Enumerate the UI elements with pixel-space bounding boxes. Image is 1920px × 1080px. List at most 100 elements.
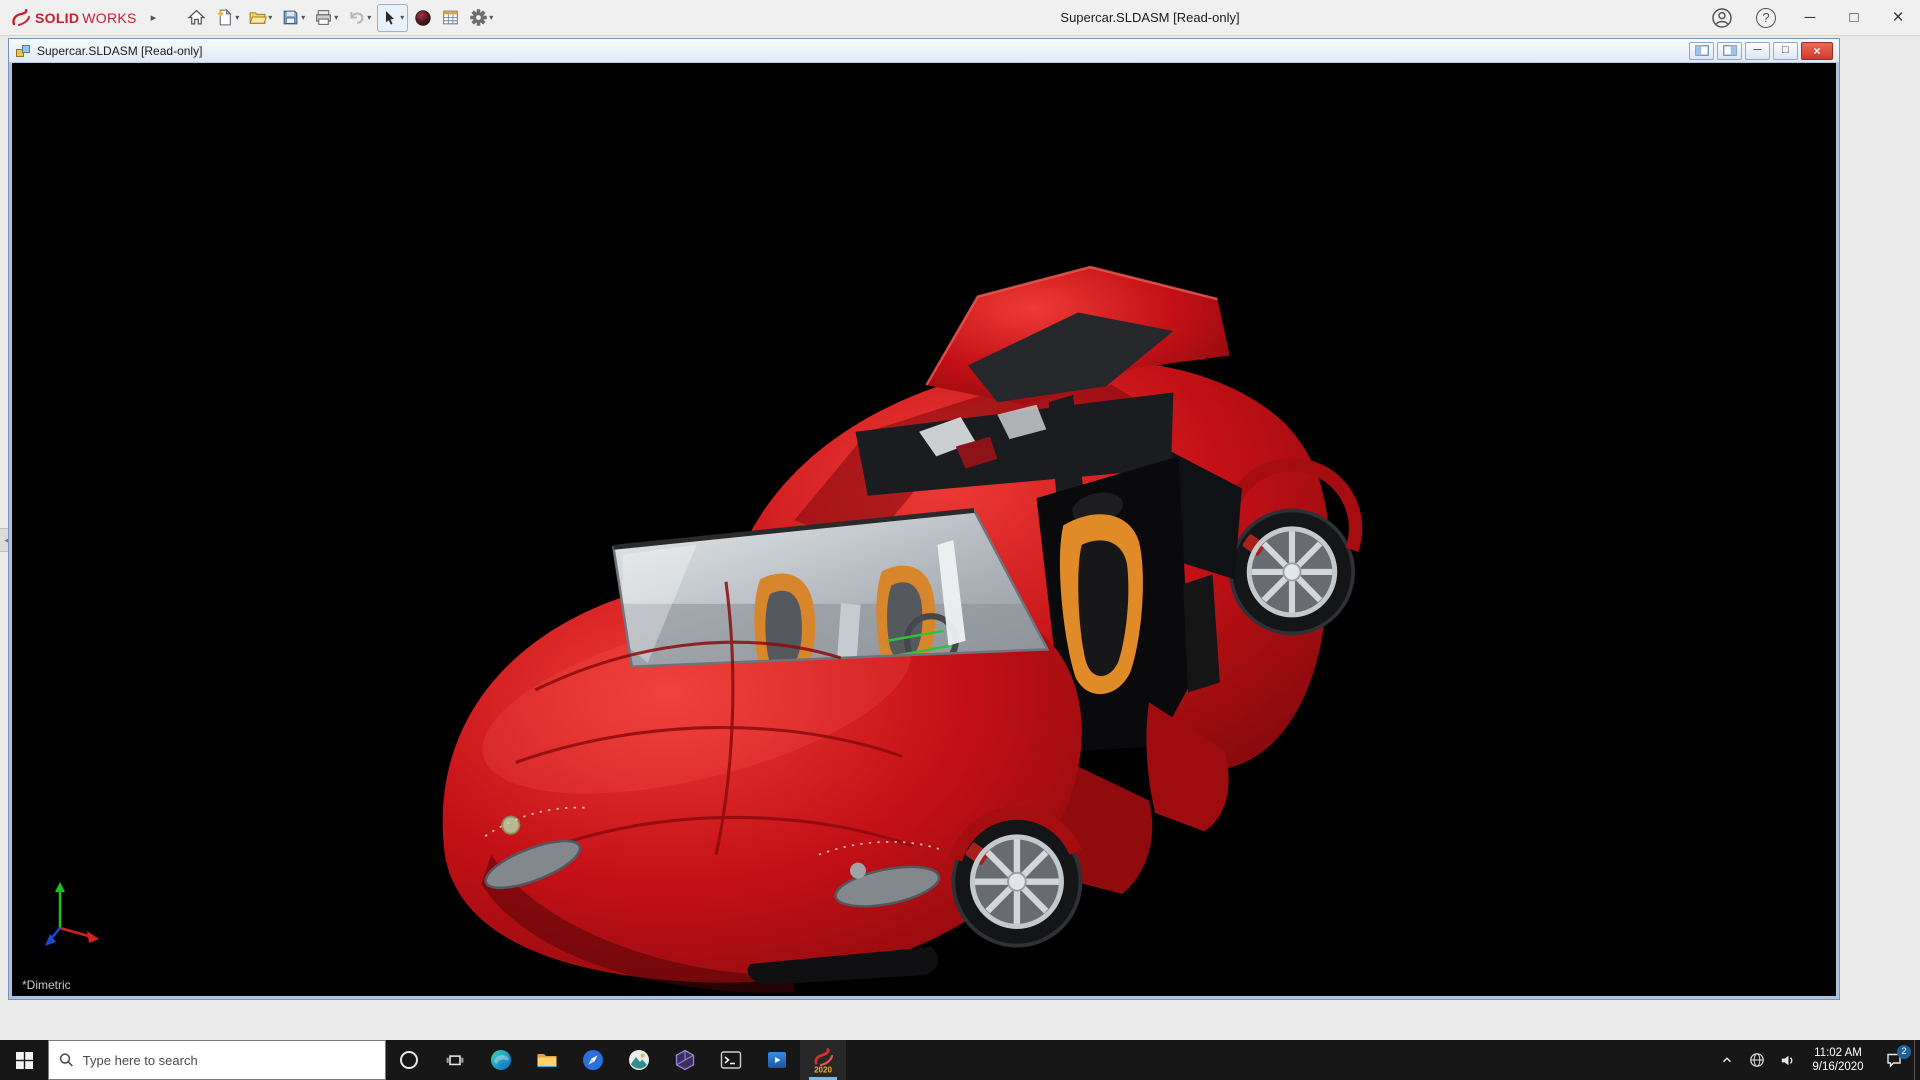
browser-compass-button[interactable] (570, 1040, 616, 1080)
doc-pane-left-button[interactable] (1689, 42, 1714, 60)
cortana-button[interactable] (386, 1040, 432, 1080)
app-titlebar: SOLIDWORKS ▸ ▾ (0, 0, 1920, 36)
minimize-button[interactable]: ─ (1788, 0, 1832, 36)
desktop: SOLIDWORKS ▸ ▾ (0, 0, 1920, 1080)
design-table-icon (441, 8, 460, 27)
brand-works: WORKS (82, 10, 136, 26)
undo-dropdown-arrow[interactable]: ▾ (367, 13, 371, 22)
open-dropdown-arrow[interactable]: ▾ (268, 13, 272, 22)
toolbar-flyout-arrow[interactable]: ▸ (151, 11, 157, 24)
split-pane-left-icon (1695, 45, 1709, 56)
close-button[interactable]: × (1876, 0, 1920, 36)
solidworks-logo: SOLIDWORKS (10, 9, 137, 27)
account-icon (1711, 7, 1733, 29)
window-title: Supercar.SLDASM [Read-only] (1060, 0, 1239, 36)
movies-tv-icon (765, 1048, 789, 1072)
select-dropdown-arrow[interactable]: ▾ (400, 13, 404, 22)
ds-logo-icon (10, 9, 32, 27)
maximize-button[interactable]: □ (1832, 0, 1876, 36)
design-table-button[interactable] (438, 4, 463, 32)
doc-close-button[interactable]: × (1801, 42, 1833, 60)
doc-restore-button[interactable]: □ (1773, 42, 1798, 60)
solidworks-taskbar-button[interactable]: 2020 (800, 1040, 846, 1080)
workspace: ◂ Supercar.SLDASM [Read-only] (0, 36, 1920, 1040)
task-view-icon (445, 1050, 465, 1070)
clock-time: 11:02 AM (1802, 1046, 1874, 1060)
volume-button[interactable] (1772, 1040, 1802, 1080)
photos-button[interactable] (616, 1040, 662, 1080)
command-prompt-button[interactable] (708, 1040, 754, 1080)
account-button[interactable] (1700, 0, 1744, 36)
notification-badge: 2 (1897, 1045, 1911, 1059)
windows-logo-icon (16, 1052, 33, 1069)
supercar-3d-model[interactable] (12, 63, 1836, 996)
save-icon (281, 8, 300, 27)
search-input[interactable] (83, 1053, 375, 1068)
search-icon (59, 1052, 74, 1068)
tray-overflow-button[interactable] (1712, 1040, 1742, 1080)
document-window-controls: ─ □ × (1689, 42, 1833, 60)
options-button[interactable]: ▾ (466, 4, 496, 32)
select-tool-button[interactable]: ▾ (377, 4, 408, 32)
file-explorer-button[interactable] (524, 1040, 570, 1080)
rear-wheel[interactable] (1231, 510, 1353, 633)
document-titlebar[interactable]: Supercar.SLDASM [Read-only] (9, 39, 1839, 63)
open-folder-icon (248, 8, 267, 27)
clock-date: 9/16/2020 (1802, 1060, 1874, 1074)
gear-icon (469, 8, 488, 27)
solidworks-year-badge: 2020 (814, 1065, 832, 1074)
cube-3d-icon (673, 1048, 697, 1072)
options-dropdown-arrow[interactable]: ▾ (489, 13, 493, 22)
home-button[interactable] (184, 4, 209, 32)
start-button[interactable] (0, 1040, 48, 1080)
quick-access-toolbar: ▾ ▾ ▾ (184, 4, 496, 32)
view-orientation-label: *Dimetric (22, 978, 71, 992)
taskbar-apps: 2020 (386, 1040, 846, 1080)
print-button[interactable]: ▾ (311, 4, 341, 32)
system-tray: 11:02 AM 9/16/2020 2 (1712, 1040, 1920, 1080)
open-button[interactable]: ▾ (245, 4, 275, 32)
show-desktop-button[interactable] (1914, 1040, 1920, 1080)
viewer-3d-button[interactable] (662, 1040, 708, 1080)
brand-solid: SOLID (35, 10, 79, 26)
edge-icon (489, 1048, 513, 1072)
speaker-icon (1779, 1052, 1796, 1069)
doc-pane-right-button[interactable] (1717, 42, 1742, 60)
compass-icon (581, 1048, 605, 1072)
action-center-button[interactable]: 2 (1874, 1040, 1914, 1080)
document-title: Supercar.SLDASM [Read-only] (37, 44, 202, 58)
taskbar: 2020 (0, 1040, 1920, 1080)
new-document-button[interactable]: ▾ (212, 4, 242, 32)
orientation-triad (38, 878, 102, 950)
taskbar-search[interactable] (48, 1040, 386, 1080)
photos-icon (627, 1048, 651, 1072)
appearance-sphere-button[interactable] (411, 4, 435, 32)
command-prompt-icon (719, 1048, 743, 1072)
task-view-button[interactable] (432, 1040, 478, 1080)
solidworks-app-icon: 2020 (810, 1047, 836, 1074)
network-button[interactable] (1742, 1040, 1772, 1080)
new-dropdown-arrow[interactable]: ▾ (235, 13, 239, 22)
help-button[interactable]: ? (1744, 0, 1788, 36)
save-dropdown-arrow[interactable]: ▾ (301, 13, 305, 22)
document-window: Supercar.SLDASM [Read-only] (8, 38, 1840, 1000)
select-cursor-icon (381, 9, 399, 27)
save-button[interactable]: ▾ (278, 4, 308, 32)
file-explorer-icon (535, 1048, 559, 1072)
help-icon: ? (1756, 8, 1776, 28)
sphere-icon (414, 9, 432, 27)
graphics-viewport[interactable]: *Dimetric (12, 63, 1836, 996)
doc-minimize-button[interactable]: ─ (1745, 42, 1770, 60)
taskbar-clock[interactable]: 11:02 AM 9/16/2020 (1802, 1046, 1874, 1074)
home-icon (187, 8, 206, 27)
chevron-up-icon (1720, 1053, 1734, 1067)
movies-tv-button[interactable] (754, 1040, 800, 1080)
split-pane-right-icon (1723, 45, 1737, 56)
cortana-icon (398, 1049, 420, 1071)
undo-button[interactable]: ▾ (344, 4, 374, 32)
globe-network-icon (1749, 1052, 1765, 1068)
print-icon (314, 8, 333, 27)
print-dropdown-arrow[interactable]: ▾ (334, 13, 338, 22)
window-controls: ? ─ □ × (1700, 0, 1920, 35)
edge-button[interactable] (478, 1040, 524, 1080)
